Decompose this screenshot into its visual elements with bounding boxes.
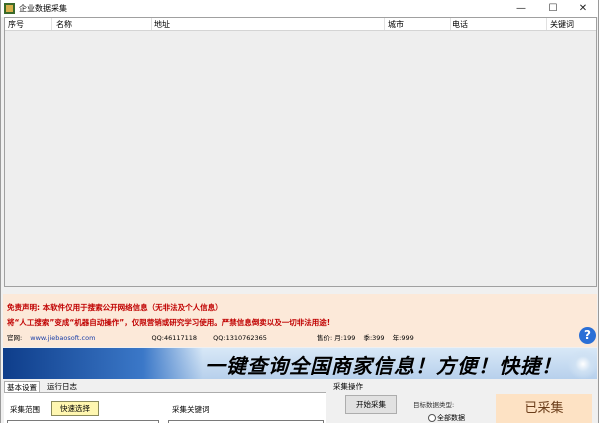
- banner-slogan: 一键查询全国商家信息！方便！快捷！: [205, 354, 562, 378]
- column-divider[interactable]: [384, 18, 385, 30]
- qq2-label: QQ:: [213, 334, 226, 342]
- start-collect-button[interactable]: 开始采集: [345, 395, 397, 414]
- price-label: 售价:: [317, 334, 333, 342]
- grid-header: 序号 名称 地址 城市 电话 关键词: [5, 18, 596, 31]
- column-divider[interactable]: [450, 18, 451, 30]
- price-year: 年:999: [392, 334, 414, 342]
- column-divider[interactable]: [51, 18, 52, 30]
- contact-line: 官网: www.jiebaosoft.com QQ:46117118 QQ:13…: [7, 332, 414, 342]
- website-label: 官网:: [7, 334, 23, 342]
- tab-run-log[interactable]: 运行日志: [45, 381, 79, 392]
- radio-all-data[interactable]: [428, 414, 436, 422]
- keyword-label: 采集关键词: [172, 405, 210, 414]
- results-grid[interactable]: 序号 名称 地址 城市 电话 关键词: [4, 17, 597, 287]
- disclaimer-text: 免责声明: 本软件仅用于搜索公开网络信息（无非法及个人信息）: [7, 303, 223, 312]
- qq1-value: 46117118: [163, 334, 198, 342]
- qq1-label: QQ:: [151, 334, 164, 342]
- column-header-name[interactable]: 名称: [56, 19, 72, 30]
- collect-group-label: 采集操作: [333, 382, 363, 391]
- column-header-index[interactable]: 序号: [8, 19, 24, 30]
- help-icon[interactable]: ?: [579, 327, 596, 344]
- maximize-button[interactable]: ☐: [538, 0, 568, 17]
- minimize-button[interactable]: —: [506, 0, 536, 17]
- price-season: 季:399: [363, 334, 385, 342]
- column-divider[interactable]: [151, 18, 152, 30]
- column-header-phone[interactable]: 电话: [452, 19, 468, 30]
- target-type-label: 目标数据类型:: [413, 401, 455, 409]
- close-button[interactable]: ✕: [568, 0, 598, 17]
- column-header-city[interactable]: 城市: [388, 19, 404, 30]
- app-icon: [4, 3, 15, 14]
- settings-panel: 基本设置 运行日志 采集范围 快速选择 采集关键词 采集操作 开始采集 目标数据…: [3, 380, 597, 423]
- radio-all-data-label[interactable]: 全部数据: [437, 413, 465, 423]
- qq2-value: 1310762365: [225, 334, 267, 342]
- usage-text: 将“人工搜索”变成“机器自动操作”，仅限营销或研究学习使用。严禁信息倒卖以及一切…: [7, 318, 331, 327]
- scope-label: 采集范围: [10, 405, 40, 414]
- quick-select-button[interactable]: 快速选择: [51, 401, 99, 416]
- column-divider[interactable]: [546, 18, 547, 30]
- app-window: 企业数据采集 — ☐ ✕ 序号 名称 地址 城市 电话 关键词 免责声明: 本软…: [0, 0, 599, 423]
- window-title: 企业数据采集: [19, 4, 67, 13]
- basic-settings-body: 采集范围 快速选择 采集关键词: [4, 392, 326, 423]
- notice-panel: 免责声明: 本软件仅用于搜索公开网络信息（无非法及个人信息） 将“人工搜索”变成…: [3, 294, 597, 347]
- website-link[interactable]: www.jiebaosoft.com: [30, 334, 95, 342]
- promo-banner: 一键查询全国商家信息！方便！快捷！: [3, 348, 597, 379]
- price-month: 月:199: [334, 334, 356, 342]
- banner-graphic: [3, 348, 203, 379]
- title-bar: 企业数据采集 — ☐ ✕: [1, 0, 598, 17]
- collected-count-display: 已采集: [496, 394, 592, 423]
- banner-decoration: [563, 348, 597, 379]
- column-header-address[interactable]: 地址: [154, 19, 170, 30]
- column-header-keyword[interactable]: 关键词: [550, 19, 574, 30]
